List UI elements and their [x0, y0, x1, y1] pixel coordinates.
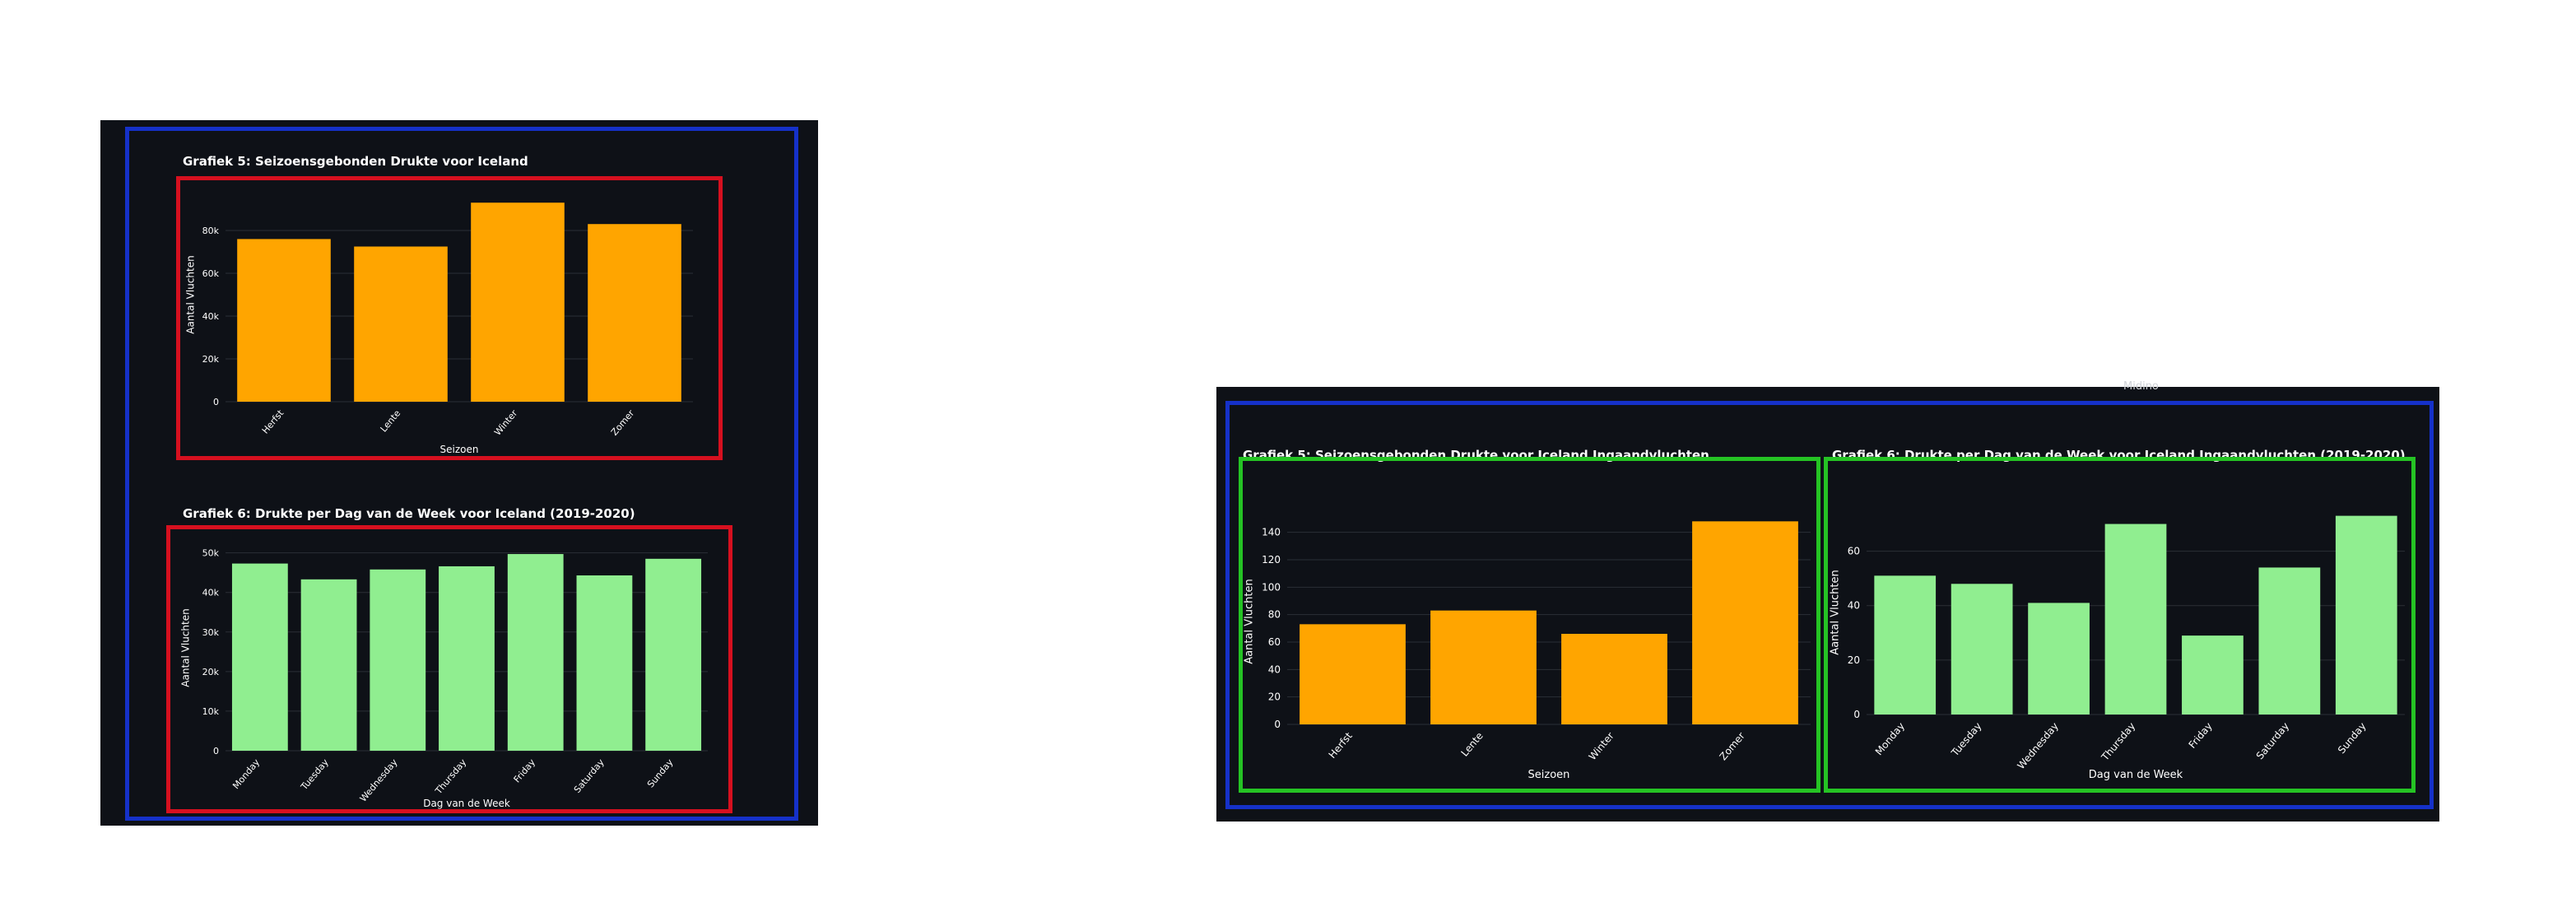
y-tick-label: 120 — [1262, 554, 1281, 566]
bar-saturday — [2258, 567, 2321, 715]
y-tick-label: 30k — [202, 627, 220, 638]
bar-thursday — [2104, 524, 2167, 715]
y-tick-label: 60 — [1268, 636, 1281, 648]
y-tick-label: 20 — [1848, 654, 1860, 666]
x-tick-label: Saturday — [572, 756, 607, 795]
bar-zomer — [1692, 521, 1798, 724]
x-tick-label: Thursday — [433, 756, 469, 797]
y-tick-label: 80k — [202, 226, 220, 236]
x-axis-label: Dag van de Week — [2089, 769, 2183, 781]
bar-friday — [2182, 635, 2244, 715]
bar-herfst — [1300, 624, 1406, 724]
chart5-title: Grafiek 5: Seizoensgebonden Drukte voor … — [183, 154, 528, 169]
y-tick-label: 0 — [1274, 719, 1281, 730]
y-tick-label: 20k — [202, 667, 220, 677]
y-tick-label: 20 — [1268, 691, 1281, 703]
bar-zomer — [588, 224, 681, 402]
bar-friday — [507, 554, 564, 751]
bar-wednesday — [2028, 603, 2090, 715]
bar-wednesday — [370, 569, 426, 751]
x-tick-label: Sunday — [2336, 720, 2369, 756]
bar-tuesday — [300, 579, 357, 751]
x-tick-label: Herfst — [260, 407, 286, 436]
x-tick-label: Tuesday — [298, 756, 331, 793]
y-axis-label: Aantal Vluchten — [180, 608, 192, 687]
x-tick-label: Saturday — [2254, 720, 2291, 761]
y-tick-label: 80 — [1268, 609, 1281, 621]
x-tick-label: Friday — [2187, 720, 2215, 751]
bar-winter — [1561, 634, 1667, 724]
x-axis-label: Dag van de Week — [423, 798, 510, 809]
x-tick-label: Winter — [1587, 730, 1616, 762]
y-tick-label: 40k — [202, 311, 220, 322]
x-tick-label: Zomer — [609, 407, 637, 438]
bar-winter — [471, 202, 565, 402]
x-tick-label: Friday — [512, 756, 538, 784]
bar-monday — [231, 563, 288, 751]
y-tick-label: 40 — [1268, 663, 1281, 675]
chart6-ingaand-bar-chart: 0 20 40 60 Monday Tuesday Wednesday Thursday Fri… — [1830, 515, 2405, 781]
y-tick-label: 60k — [202, 268, 220, 279]
chart5-ingaand-bar-chart: 0 20 40 60 80 100 120 140 Herfst Lente Winter Zomer… — [1244, 521, 1811, 781]
y-tick-label: 100 — [1262, 581, 1281, 593]
x-tick-label: Tuesday — [1949, 720, 1984, 759]
x-axis-label: Seizoen — [440, 444, 479, 455]
chart6-title: Grafiek 6: Drukte per Dag van de Week vo… — [183, 506, 635, 521]
y-axis-label: Aantal Vluchten — [1244, 579, 1256, 663]
y-tick-label: 40k — [202, 588, 220, 598]
y-tick-label: 20k — [202, 354, 220, 365]
x-tick-label: Lente — [379, 407, 403, 434]
bar-tuesday — [1951, 584, 2013, 715]
y-axis-label: Aantal Vluchten — [185, 255, 197, 333]
x-tick-label: Wednesday — [2015, 720, 2060, 771]
bar-lente — [1430, 610, 1537, 724]
bar-lente — [354, 246, 448, 402]
bar-sunday — [2335, 515, 2397, 715]
x-axis-label: Seizoen — [1528, 769, 1570, 781]
x-tick-label: Winter — [492, 407, 520, 438]
top-label: Midino — [2123, 380, 2159, 393]
bar-saturday — [576, 575, 633, 751]
bar-sunday — [645, 558, 702, 751]
bar-monday — [1874, 575, 1937, 715]
x-tick-label: Lente — [1459, 730, 1486, 759]
x-tick-label: Zomer — [1718, 730, 1747, 762]
x-tick-label: Wednesday — [358, 756, 400, 804]
y-tick-label: 0 — [1853, 709, 1860, 720]
x-tick-label: Monday — [1873, 720, 1907, 757]
y-tick-label: 10k — [202, 706, 220, 717]
bar-herfst — [237, 239, 331, 402]
y-tick-label: 0 — [213, 397, 219, 407]
x-tick-label: Monday — [230, 756, 262, 791]
y-tick-label: 50k — [202, 548, 220, 559]
x-tick-label: Herfst — [1327, 730, 1355, 761]
chart6-weekday-bar-chart: 0 10k 20k 30k 40k 50k Monday Tuesday Wednesday Th… — [180, 548, 708, 809]
y-tick-label: 0 — [213, 746, 219, 756]
y-axis-label: Aantal Vluchten — [1830, 570, 1842, 654]
x-tick-label: Sunday — [645, 756, 676, 789]
chart5-seasonal-bar-chart: 0 20k 40k 60k 80k Herfst Lente Winter Zomer Seizo… — [185, 202, 693, 455]
y-tick-label: 60 — [1848, 546, 1860, 557]
x-tick-label: Thursday — [2099, 720, 2137, 764]
bar-thursday — [439, 566, 495, 751]
y-tick-label: 140 — [1262, 527, 1281, 538]
y-tick-label: 40 — [1848, 600, 1860, 612]
